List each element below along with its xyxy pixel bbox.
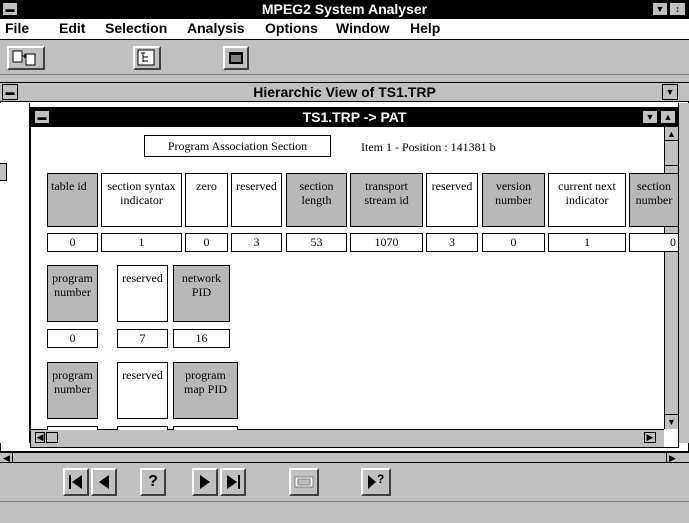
field-section-number[interactable]: section number [629, 173, 678, 227]
mdi-minimize-button[interactable]: ▼ [662, 84, 678, 100]
mdi-title-bar: ▬ Hierarchic View of TS1.TRP ▼ [0, 83, 689, 102]
child-horizontal-scrollbar[interactable]: ◀ ▶ [31, 429, 664, 447]
next-record-button[interactable] [192, 468, 218, 496]
previous-record-button[interactable] [91, 468, 117, 496]
window-icon [229, 52, 243, 64]
mdi-horizontal-scrollbar[interactable]: ◀ ▶ [0, 452, 689, 463]
value-reserved-1: 3 [231, 233, 282, 252]
value-network-pid: 16 [173, 329, 230, 348]
field-transport-stream-id[interactable]: transport stream id [350, 173, 423, 227]
mdi-vertical-scrollbar[interactable] [678, 103, 689, 443]
menu-analysis[interactable]: Analysis [187, 20, 245, 36]
child-window: ▬ TS1.TRP -> PAT ▼ ▲ ▲ ▼ ◀ ▶ Program Ass… [30, 107, 679, 448]
field-reserved-3[interactable]: reserved [117, 265, 168, 322]
child-title-bar: ▬ TS1.TRP -> PAT ▼ ▲ [31, 108, 678, 127]
goto-question-mark: ? [377, 472, 385, 486]
toolbar [0, 41, 689, 75]
child-title: TS1.TRP -> PAT [302, 109, 407, 125]
menu-options[interactable]: Options [265, 20, 318, 36]
mdi-left-marker [0, 163, 7, 181]
previous-icon [99, 475, 109, 489]
mdi-title: Hierarchic View of TS1.TRP [253, 84, 436, 100]
mdi-scroll-left-icon[interactable]: ◀ [1, 453, 13, 463]
section-label: Program Association Section [144, 135, 331, 157]
value-zero: 0 [185, 233, 228, 252]
field-reserved-1[interactable]: reserved [231, 173, 282, 227]
value-table-id: 0 [47, 233, 98, 252]
menu-file[interactable]: File [5, 20, 29, 36]
first-icon [69, 475, 82, 489]
help-record-button[interactable]: ? [140, 468, 166, 496]
first-record-button[interactable] [63, 468, 89, 496]
app-restore-button[interactable]: ↕ [669, 2, 686, 16]
child-scroll-h-thumb[interactable] [46, 432, 58, 443]
tree-icon [137, 49, 155, 66]
value-current-next-indicator: 1 [548, 233, 626, 252]
mdi-left-strip [0, 103, 30, 443]
row3-value-stub-2 [117, 426, 168, 430]
menu-help[interactable]: Help [410, 20, 440, 36]
value-program-number: 0 [47, 329, 98, 348]
row3-value-stub-1 [47, 426, 98, 430]
field-program-map-pid[interactable]: program map PID [173, 362, 238, 419]
field-zero[interactable]: zero [185, 173, 228, 227]
menu-window[interactable]: Window [336, 20, 390, 36]
value-section-length: 53 [286, 233, 347, 252]
field-reserved-2[interactable]: reserved [426, 173, 478, 227]
copy-button[interactable] [7, 46, 45, 70]
item-position-info: Item 1 - Position : 141381 b [361, 140, 496, 154]
menu-bar: File Edit Selection Analysis Options Win… [0, 19, 689, 40]
field-program-number-2[interactable]: program number [47, 362, 98, 419]
help-icon: ? [148, 473, 158, 490]
app-title: MPEG2 System Analyser [261, 1, 428, 17]
value-reserved-2: 3 [426, 233, 478, 252]
child-scroll-thumb[interactable] [665, 142, 678, 166]
last-icon [227, 475, 240, 489]
goto-button[interactable]: ? [361, 468, 391, 496]
child-scroll-left-icon[interactable]: ◀ [35, 432, 45, 443]
copy-icon [12, 50, 36, 66]
tree-view-button[interactable] [133, 46, 161, 70]
field-table-id[interactable]: table id [47, 173, 98, 227]
value-section-number: 0 [629, 233, 678, 252]
field-reserved-4[interactable]: reserved [117, 362, 168, 419]
field-current-next-indicator[interactable]: current next indicator [548, 173, 626, 227]
child-maximize-button[interactable]: ▲ [660, 110, 676, 124]
menu-edit[interactable]: Edit [59, 20, 85, 36]
field-program-number[interactable]: program number [47, 265, 98, 322]
child-scroll-right-icon[interactable]: ▶ [644, 432, 656, 443]
view-toggle-button[interactable] [289, 468, 319, 496]
last-record-button[interactable] [220, 468, 246, 496]
value-version-number: 0 [482, 233, 545, 252]
menu-selection[interactable]: Selection [105, 20, 167, 36]
next-icon [200, 475, 210, 489]
field-section-length[interactable]: section length [286, 173, 347, 227]
child-minimize-button[interactable]: ▼ [642, 110, 658, 124]
app-minimize-button[interactable]: ▼ [652, 2, 668, 16]
value-section-syntax-indicator: 1 [101, 233, 182, 252]
field-network-pid[interactable]: network PID [173, 265, 230, 322]
window-button[interactable] [223, 46, 249, 70]
value-transport-stream-id: 1070 [350, 233, 423, 252]
view-icon [294, 476, 314, 488]
value-reserved-3: 7 [117, 329, 168, 348]
child-scroll-down-icon[interactable]: ▼ [665, 414, 678, 428]
child-scroll-up-icon[interactable]: ▲ [665, 127, 678, 141]
mdi-scroll-right-icon[interactable]: ▶ [666, 453, 678, 463]
status-strip [0, 501, 689, 523]
row3-value-stub-3 [173, 426, 238, 430]
app-title-bar: ▬ MPEG2 System Analyser ▼ ↕ [0, 0, 689, 19]
field-section-syntax-indicator[interactable]: section syntax indicator [101, 173, 182, 227]
mdi-system-menu-button[interactable]: ▬ [2, 84, 18, 100]
app-system-menu-button[interactable]: ▬ [2, 2, 18, 16]
child-system-menu-button[interactable]: ▬ [34, 110, 50, 124]
field-version-number[interactable]: version number [482, 173, 545, 227]
